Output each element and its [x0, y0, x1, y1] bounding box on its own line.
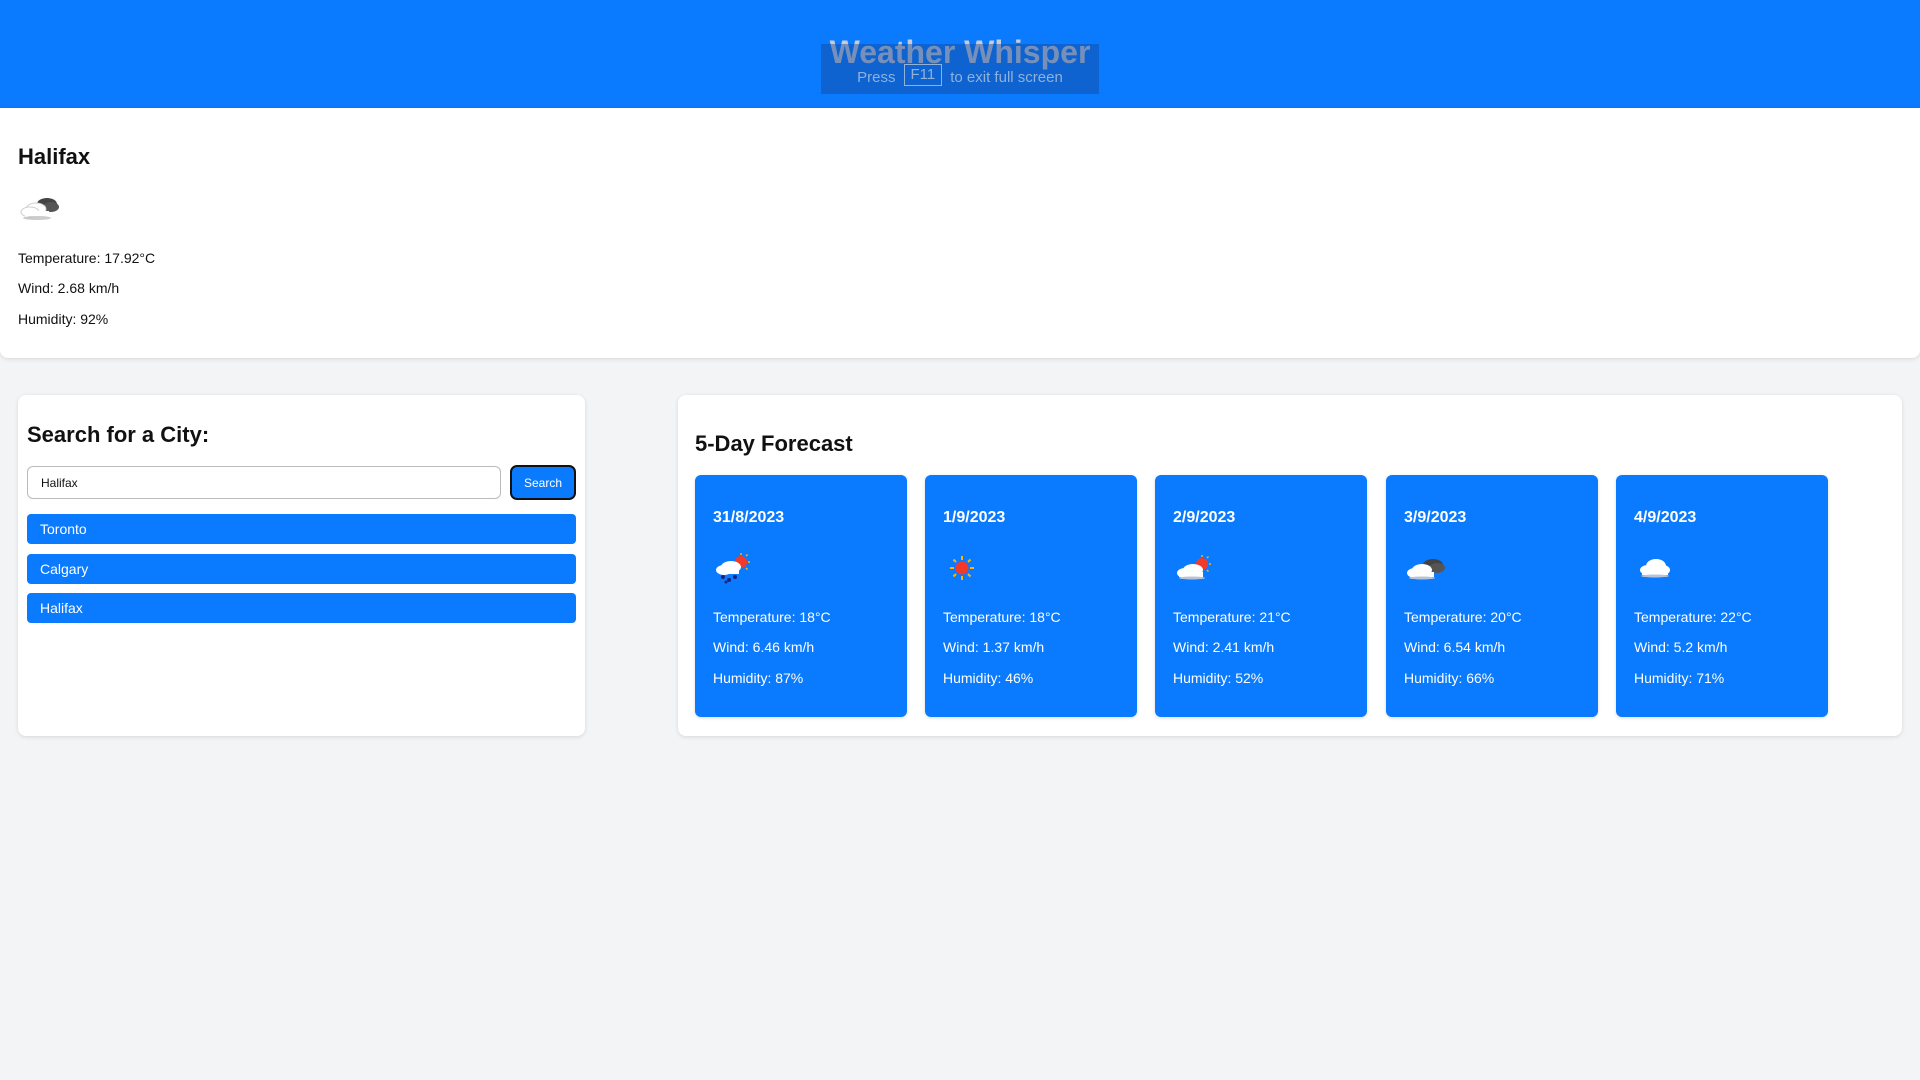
- forecast-humidity: Humidity: 46%: [943, 670, 1034, 686]
- history-item-calgary[interactable]: Calgary: [27, 554, 576, 584]
- rain-icon: [715, 552, 753, 589]
- broken-clouds-icon: [1406, 552, 1448, 589]
- app-header: Weather Whisper Press F11 to exit full s…: [0, 0, 1920, 108]
- fullscreen-hint-prefix: Press: [857, 69, 896, 86]
- forecast-temperature: Temperature: 18°C: [713, 609, 831, 625]
- city-search-input[interactable]: [27, 466, 501, 499]
- forecast-title: 5-Day Forecast: [695, 431, 853, 456]
- forecast-card: 4/9/2023 Temperature: 22°C Wind: 5.2 km/…: [1616, 475, 1828, 717]
- forecast-date: 4/9/2023: [1634, 509, 1697, 526]
- cloud-icon: [1636, 552, 1676, 589]
- forecast-wind: Wind: 5.2 km/h: [1634, 639, 1728, 655]
- forecast-wind: Wind: 6.46 km/h: [713, 639, 815, 655]
- current-city-name: Halifax: [18, 144, 91, 169]
- forecast-card: 2/9/2023 Temperature: 21°C Wind: 2.41 km…: [1155, 475, 1367, 717]
- forecast-wind: Wind: 2.41 km/h: [1173, 639, 1275, 655]
- forecast-humidity: Humidity: 66%: [1404, 670, 1495, 686]
- history-item-toronto[interactable]: Toronto: [27, 514, 576, 544]
- forecast-date: 1/9/2023: [943, 509, 1006, 526]
- clouds-icon: [20, 190, 62, 229]
- forecast-humidity: Humidity: 71%: [1634, 670, 1725, 686]
- sun-icon: [945, 552, 979, 589]
- forecast-wind: Wind: 6.54 km/h: [1404, 639, 1506, 655]
- forecast-wind: Wind: 1.37 km/h: [943, 639, 1045, 655]
- forecast-card: 1/9/2023 Temperature: 18°C Wind: 1.37 km…: [925, 475, 1137, 717]
- forecast-humidity: Humidity: 52%: [1173, 670, 1264, 686]
- forecast-card: 31/8/2023 Temperature: 18°C Wind: 6.46 k…: [695, 475, 907, 717]
- search-panel: Search for a City: Search Toronto Calgar…: [18, 395, 585, 736]
- forecast-date: 2/9/2023: [1173, 509, 1236, 526]
- forecast-date: 31/8/2023: [713, 509, 785, 526]
- fullscreen-hint-suffix: to exit full screen: [950, 69, 1063, 86]
- fullscreen-hint: Press F11 to exit full screen: [821, 44, 1099, 94]
- forecast-temperature: Temperature: 22°C: [1634, 609, 1752, 625]
- forecast-date: 3/9/2023: [1404, 509, 1467, 526]
- search-button[interactable]: Search: [510, 465, 576, 500]
- forecast-temperature: Temperature: 18°C: [943, 609, 1061, 625]
- forecast-temperature: Temperature: 20°C: [1404, 609, 1522, 625]
- forecast-humidity: Humidity: 87%: [713, 670, 804, 686]
- current-weather-card: Halifax Temperature: 17.92°C Wind: 2.68 …: [0, 108, 1920, 358]
- forecast-card: 3/9/2023 Temperature: 20°C Wind: 6.54 km…: [1386, 475, 1598, 717]
- forecast-temperature: Temperature: 21°C: [1173, 609, 1291, 625]
- history-item-halifax[interactable]: Halifax: [27, 593, 576, 623]
- forecast-panel: 5-Day Forecast 31/8/2023 Temperature: 18…: [678, 395, 1902, 736]
- current-humidity: Humidity: 92%: [18, 311, 109, 327]
- fullscreen-hint-key: F11: [903, 64, 943, 86]
- current-temperature: Temperature: 17.92°C: [18, 250, 156, 266]
- search-title: Search for a City:: [27, 422, 210, 447]
- partly-cloudy-icon: [1175, 552, 1215, 589]
- current-wind: Wind: 2.68 km/h: [18, 280, 120, 296]
